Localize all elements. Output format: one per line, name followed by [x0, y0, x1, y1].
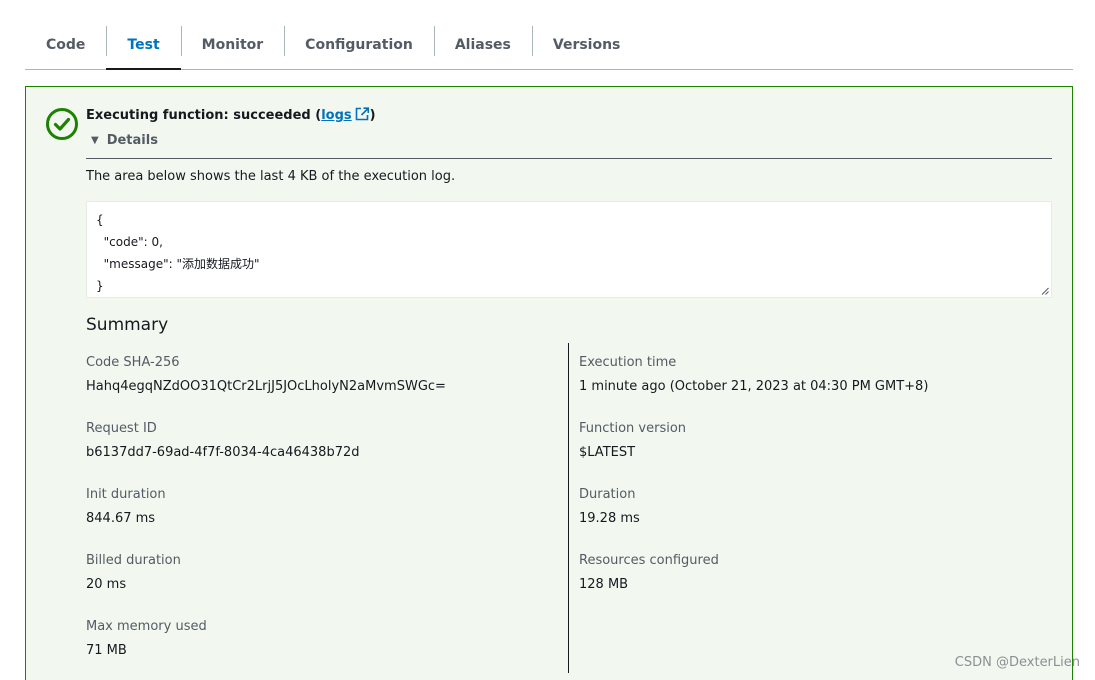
summary-key: Code SHA-256 — [86, 355, 180, 370]
tab-aliases[interactable]: Aliases — [433, 20, 532, 69]
tab-monitor[interactable]: Monitor — [180, 20, 285, 69]
summary-key: Max memory used — [86, 619, 207, 634]
external-link-icon[interactable] — [355, 107, 370, 121]
tab-bar: Code Test Monitor Configuration Aliases … — [25, 20, 1073, 70]
log-caption: The area below shows the last 4 KB of th… — [86, 169, 456, 184]
summary-key: Init duration — [86, 487, 166, 502]
success-check-icon — [46, 108, 78, 140]
summary-key: Duration — [579, 487, 636, 502]
execution-log-output[interactable]: { "code": 0, "message": "添加数据成功" } — [86, 201, 1052, 298]
summary-value: 71 MB — [86, 643, 127, 658]
logs-link-label[interactable]: logs — [321, 108, 351, 123]
details-label[interactable]: Details — [107, 133, 158, 148]
status-suffix: ) — [369, 108, 376, 123]
resize-handle-icon[interactable] — [1041, 287, 1049, 295]
summary-key: Request ID — [86, 421, 157, 436]
summary-item-execution-time: Execution time 1 minute ago (October 21,… — [579, 355, 928, 394]
summary-value: 844.67 ms — [86, 511, 156, 526]
summary-value: 128 MB — [579, 577, 629, 592]
summary-value: $LATEST — [579, 445, 636, 460]
summary-value: 1 minute ago (October 21, 2023 at 04:30 … — [579, 379, 929, 394]
summary-item-billed-duration: Billed duration 20 ms — [86, 553, 181, 592]
summary-title: Summary — [86, 315, 169, 335]
details-toggle[interactable]: ▼ Details — [86, 133, 1052, 159]
summary-value: b6137dd7-69ad-4f7f-8034-4ca46438b72d — [86, 445, 360, 460]
summary-key: Function version — [579, 421, 687, 436]
summary-item-code-sha256: Code SHA-256 Hahq4egqNZdOO31QtCr2LrjJ5JO… — [86, 355, 446, 394]
logs-link[interactable]: logs — [321, 107, 370, 123]
tab-configuration[interactable]: Configuration — [284, 20, 434, 69]
summary-value: 20 ms — [86, 577, 127, 592]
summary-item-function-version: Function version $LATEST — [579, 421, 686, 460]
log-text: { "code": 0, "message": "添加数据成功" } — [96, 213, 260, 293]
caret-down-icon[interactable]: ▼ — [91, 135, 99, 146]
summary-item-init-duration: Init duration 844.67 ms — [86, 487, 166, 526]
status-prefix: Executing function: succeeded ( — [86, 108, 322, 123]
execution-status: Executing function: succeeded (logs) — [86, 107, 376, 123]
summary-value: 19.28 ms — [579, 511, 640, 526]
tab-versions[interactable]: Versions — [531, 20, 642, 69]
summary-item-resources-configured: Resources configured 128 MB — [579, 553, 719, 592]
tab-code[interactable]: Code — [25, 20, 106, 69]
summary-item-duration: Duration 19.28 ms — [579, 487, 640, 526]
column-divider — [568, 343, 569, 673]
summary-key: Resources configured — [579, 553, 719, 568]
summary-item-request-id: Request ID b6137dd7-69ad-4f7f-8034-4ca46… — [86, 421, 360, 460]
watermark: CSDN @DexterLien — [954, 655, 1080, 670]
summary-item-max-memory-used: Max memory used 71 MB — [86, 619, 207, 658]
summary-key: Execution time — [579, 355, 677, 370]
summary-key: Billed duration — [86, 553, 181, 568]
summary-value: Hahq4egqNZdOO31QtCr2LrjJ5JOcLholyN2aMvmS… — [86, 379, 446, 394]
tab-test[interactable]: Test — [106, 20, 181, 70]
execution-result-panel: Executing function: succeeded (logs) ▼ D… — [25, 86, 1073, 680]
